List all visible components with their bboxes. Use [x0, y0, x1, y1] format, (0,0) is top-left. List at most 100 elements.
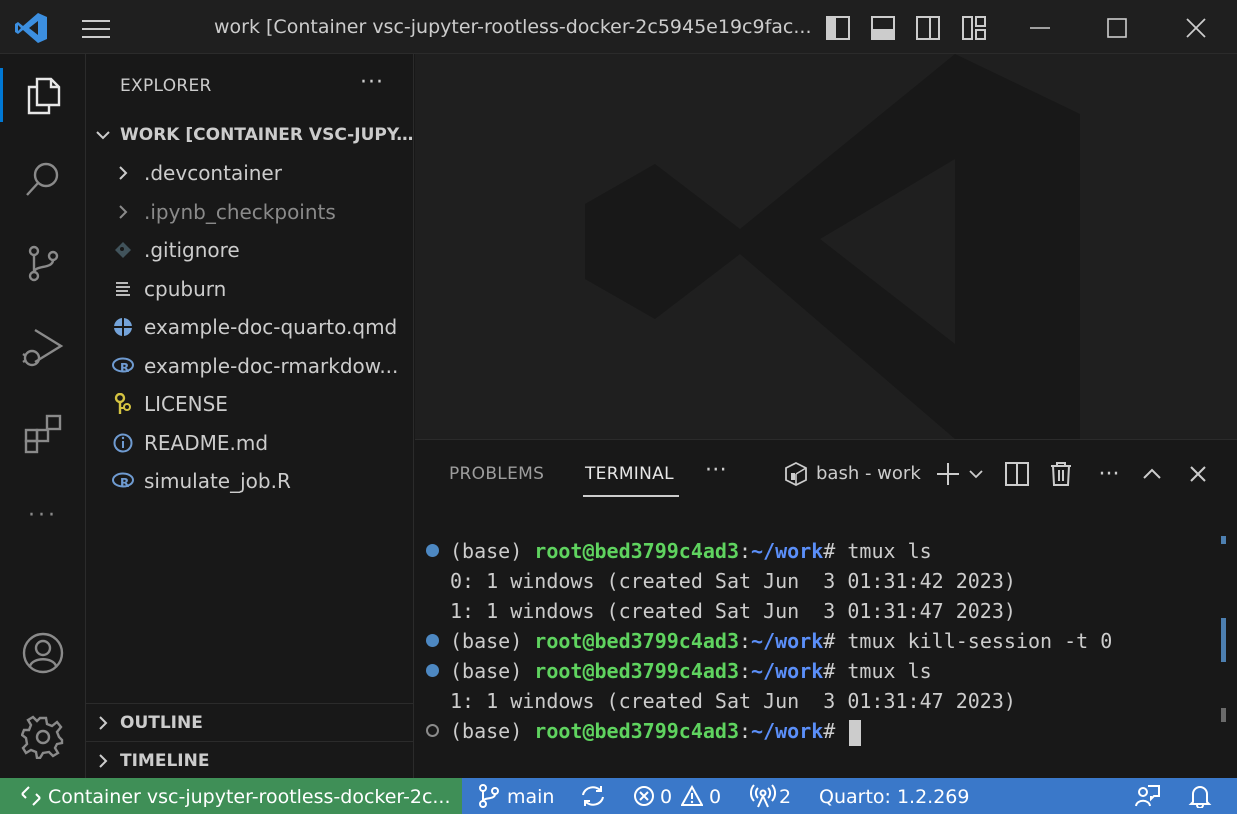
new-terminal-plus-icon[interactable] [933, 460, 963, 488]
r-icon: R [112, 355, 134, 377]
tab-problems[interactable]: PROBLEMS [449, 464, 544, 484]
timeline-section[interactable]: TIMELINE [86, 741, 414, 779]
r-icon: R [112, 470, 134, 492]
accounts-icon[interactable] [0, 618, 86, 688]
extensions-icon[interactable] [0, 398, 86, 468]
remote-icon [20, 784, 42, 808]
feedback-icon[interactable] [1135, 784, 1161, 808]
title-bar: work [Container vsc-jupyter-rootless-doc… [0, 0, 1237, 54]
chevron-down-icon[interactable] [966, 460, 986, 488]
timeline-label: TIMELINE [120, 751, 210, 771]
command-decoration[interactable] [426, 544, 439, 557]
git-branch[interactable]: main [507, 786, 554, 808]
terminal-output[interactable]: (base) root@bed3799c4ad3:~/work# tmux ls… [425, 536, 1215, 746]
tree-item-label: .gitignore [144, 238, 240, 262]
run-debug-icon[interactable] [0, 312, 86, 382]
sidebar-more-icon[interactable]: ··· [360, 70, 384, 95]
error-count[interactable]: 0 [660, 786, 672, 808]
close-panel-icon[interactable] [1185, 460, 1211, 488]
settings-gear-icon[interactable] [0, 702, 86, 772]
command-decoration[interactable] [426, 724, 439, 737]
tree-item-devcontainer[interactable]: .devcontainer [86, 154, 414, 192]
error-icon [633, 784, 655, 808]
scrollbar-thumb[interactable] [1221, 618, 1226, 662]
activity-bar: ··· [0, 54, 86, 778]
source-control-icon[interactable] [0, 228, 86, 298]
chevron-right-icon [112, 201, 134, 223]
toggle-panel-icon[interactable] [869, 14, 897, 42]
tree-item-license[interactable]: LICENSE [86, 385, 414, 423]
vscode-watermark-icon [585, 54, 1080, 439]
remote-label: Container vsc-jupyter-rootless-docker-2c… [48, 786, 451, 808]
tree-item-simulate-job[interactable]: R simulate_job.R [86, 462, 414, 500]
tree-item-label: example-doc-quarto.qmd [144, 315, 398, 339]
close-icon[interactable] [1182, 14, 1210, 42]
toggle-secondary-sidebar-icon[interactable] [914, 14, 942, 42]
customize-layout-icon[interactable] [960, 14, 988, 42]
forwarded-ports-count[interactable]: 2 [779, 786, 791, 808]
terminal-more-icon[interactable]: ··· [1095, 460, 1123, 488]
vscode-logo-icon [14, 12, 48, 44]
panel-more-icon[interactable]: ··· [705, 458, 727, 483]
tree-item-label: cpuburn [144, 277, 227, 301]
workspace-folder-label: WORK [CONTAINER VSC-JUPY... [120, 125, 414, 145]
maximize-panel-chevron-up-icon[interactable] [1139, 460, 1165, 488]
terminal-line: (base) root@bed3799c4ad3:~/work# [425, 716, 1215, 746]
chevron-right-icon [99, 716, 108, 730]
terminal-line: (base) root@bed3799c4ad3:~/work# tmux ki… [425, 626, 1215, 656]
outline-label: OUTLINE [120, 713, 203, 733]
bottom-panel: PROBLEMS TERMINAL ··· bash - work ··· (b… [415, 439, 1237, 778]
workspace-folder-header[interactable]: WORK [CONTAINER VSC-JUPY... [86, 118, 414, 152]
terminal-instance-name[interactable]: bash - work [816, 463, 921, 484]
tree-item-readme[interactable]: README.md [86, 424, 414, 462]
tree-item-label: LICENSE [144, 392, 228, 416]
warning-count[interactable]: 0 [709, 786, 721, 808]
chevron-right-icon [99, 754, 108, 768]
window-title: work [Container vsc-jupyter-rootless-doc… [214, 16, 812, 38]
tree-item-ipynb-checkpoints[interactable]: .ipynb_checkpoints [86, 193, 414, 231]
minimize-icon[interactable] [1026, 14, 1054, 42]
tree-item-label: example-doc-rmarkdow... [144, 354, 399, 378]
svg-text:R: R [120, 476, 129, 490]
chevron-right-icon [112, 162, 134, 184]
terminal-line: 0: 1 windows (created Sat Jun 3 01:31:42… [450, 569, 1016, 593]
git-branch-icon [478, 784, 500, 808]
quarto-version[interactable]: Quarto: 1.2.269 [819, 786, 970, 808]
explorer-icon[interactable] [0, 60, 86, 130]
tree-item-label: simulate_job.R [144, 469, 291, 493]
tree-item-gitignore[interactable]: .gitignore [86, 231, 414, 269]
tree-item-label: .ipynb_checkpoints [144, 200, 336, 224]
scrollbar-marker [1221, 708, 1226, 722]
tree-item-quarto-doc[interactable]: example-doc-quarto.qmd [86, 308, 414, 346]
tree-item-rmarkdown-doc[interactable]: R example-doc-rmarkdow... [86, 347, 414, 385]
tree-item-cpuburn[interactable]: cpuburn [86, 270, 414, 308]
terminal-line: 1: 1 windows (created Sat Jun 3 01:31:47… [450, 689, 1016, 713]
lines-file-icon [112, 278, 134, 300]
command-decoration[interactable] [426, 664, 439, 677]
explorer-sidebar: EXPLORER ··· WORK [CONTAINER VSC-JUPY...… [86, 54, 414, 778]
sidebar-title: EXPLORER [120, 76, 212, 96]
tree-item-label: README.md [144, 431, 269, 455]
command-decoration[interactable] [426, 634, 439, 647]
terminal-line: (base) root@bed3799c4ad3:~/work# tmux ls [425, 656, 1215, 686]
warning-icon [681, 784, 703, 808]
terminal-cursor [849, 719, 862, 746]
search-icon[interactable] [0, 144, 86, 214]
svg-text:R: R [120, 361, 129, 375]
toggle-primary-sidebar-icon[interactable] [824, 14, 852, 42]
terminal-shell-icon [782, 460, 810, 488]
status-bar: Container vsc-jupyter-rootless-docker-2c… [0, 778, 1237, 814]
more-views-icon[interactable]: ··· [0, 480, 86, 550]
outline-section[interactable]: OUTLINE [86, 703, 414, 741]
remote-indicator[interactable]: Container vsc-jupyter-rootless-docker-2c… [0, 778, 462, 814]
menu-icon[interactable] [80, 18, 112, 40]
ports-broadcast-icon [750, 784, 776, 808]
maximize-icon[interactable] [1103, 14, 1131, 42]
trash-icon[interactable] [1047, 460, 1075, 488]
notifications-bell-icon[interactable] [1188, 784, 1212, 808]
git-diamond-icon [112, 239, 134, 261]
split-terminal-icon[interactable] [1003, 460, 1031, 488]
sync-icon[interactable] [580, 784, 606, 808]
chevron-down-icon [96, 131, 110, 140]
tab-terminal[interactable]: TERMINAL [585, 464, 674, 484]
